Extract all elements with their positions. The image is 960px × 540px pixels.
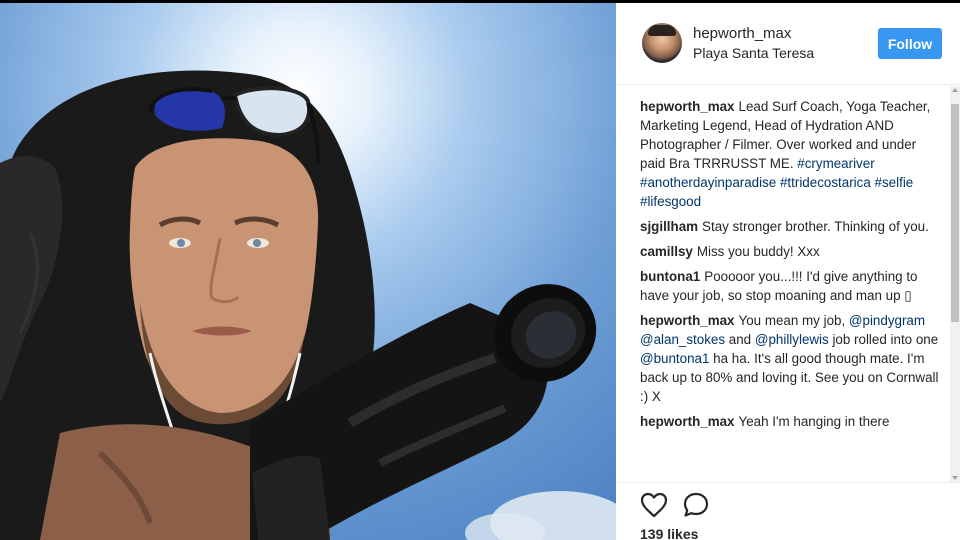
post-side-panel: hepworth_max Playa Santa Teresa Follow h… bbox=[616, 3, 960, 540]
comment-username[interactable]: buntona1 bbox=[640, 269, 700, 284]
comment-username[interactable]: hepworth_max bbox=[640, 414, 735, 429]
heart-icon[interactable] bbox=[640, 492, 668, 518]
comments-scrollbar[interactable] bbox=[950, 86, 960, 482]
post-location[interactable]: Playa Santa Teresa bbox=[693, 45, 814, 61]
comment-text: Yeah I'm hanging in there bbox=[738, 414, 890, 429]
comment-text: You mean my job, bbox=[738, 313, 849, 328]
avatar-hair bbox=[648, 25, 676, 36]
scroll-thumb[interactable] bbox=[951, 104, 959, 322]
comment-item: sjgillham Stay stronger brother. Thinking… bbox=[640, 217, 940, 236]
post-header: hepworth_max Playa Santa Teresa Follow bbox=[616, 3, 960, 85]
post-username[interactable]: hepworth_max bbox=[693, 25, 791, 42]
likes-count[interactable]: 139 likes bbox=[640, 526, 698, 540]
mention-link[interactable]: @phillylewis bbox=[755, 332, 829, 347]
comment-item: hepworth_max You mean my job, @pindygram … bbox=[640, 311, 940, 406]
comment-item: camillsy Miss you buddy! Xxx bbox=[640, 242, 940, 261]
comments-list: hepworth_max Lead Surf Coach, Yoga Teache… bbox=[616, 86, 950, 482]
hashtag-link[interactable]: #lifesgood bbox=[640, 194, 701, 209]
follow-button[interactable]: Follow bbox=[878, 28, 942, 59]
hashtag-link[interactable]: #crymeariver bbox=[797, 156, 874, 171]
post-actions: 139 likes bbox=[616, 482, 960, 540]
comment-text: Miss you buddy! Xxx bbox=[696, 244, 820, 259]
hashtag-link[interactable]: #selfie bbox=[875, 175, 914, 190]
mention-link[interactable]: @buntona1 bbox=[640, 351, 709, 366]
comment-username[interactable]: hepworth_max bbox=[640, 313, 735, 328]
hashtag-link[interactable]: #anotherdayinparadise bbox=[640, 175, 776, 190]
scroll-down-arrow-icon[interactable] bbox=[952, 476, 958, 480]
post-photo[interactable] bbox=[0, 3, 616, 540]
comment-text: and bbox=[725, 332, 755, 347]
comment-text: Stay stronger brother. Thinking of you. bbox=[702, 219, 929, 234]
scroll-up-arrow-icon[interactable] bbox=[952, 88, 958, 92]
comment-text: job rolled into one bbox=[828, 332, 939, 347]
comment-icon[interactable] bbox=[682, 492, 710, 518]
comment-item: hepworth_max Lead Surf Coach, Yoga Teache… bbox=[640, 97, 940, 211]
mention-link[interactable]: @alan_stokes bbox=[640, 332, 725, 347]
selfie-illustration bbox=[0, 70, 616, 540]
mention-link[interactable]: @pindygram bbox=[849, 313, 925, 328]
comment-item: buntona1 Pooooor you...!!! I'd give anyth… bbox=[640, 267, 940, 305]
comment-item: hepworth_max Yeah I'm hanging in there bbox=[640, 412, 940, 431]
comment-username[interactable]: camillsy bbox=[640, 244, 693, 259]
comment-username[interactable]: sjgillham bbox=[640, 219, 698, 234]
avatar[interactable] bbox=[642, 23, 682, 63]
comment-username[interactable]: hepworth_max bbox=[640, 99, 735, 114]
hashtag-link[interactable]: #ttridecostarica bbox=[780, 175, 871, 190]
